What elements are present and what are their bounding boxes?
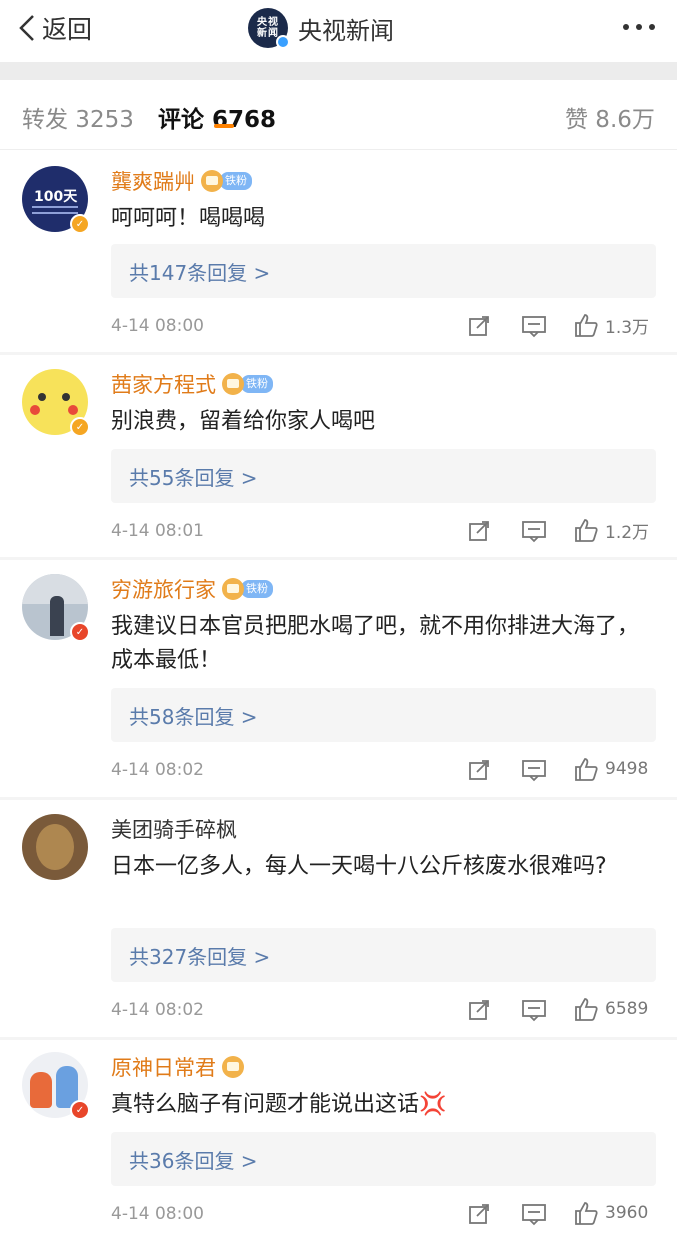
replies-button[interactable]: 共327条回复 > — [111, 928, 656, 982]
crown-icon — [201, 170, 223, 192]
comment-time: 4-14 08:02 — [111, 760, 204, 780]
divider-band — [0, 62, 677, 80]
cctv-news-logo: 央视 新闻 — [248, 8, 290, 49]
comment-text: 我建议日本官员把肥水喝了吧，就不用你排进大海了，成本最低！ — [111, 614, 640, 673]
username[interactable]: 穷游旅行家 — [111, 574, 216, 604]
comment-text: 别浪费，留着给你家人喝吧 — [111, 409, 376, 434]
comment-icon[interactable] — [521, 998, 547, 1022]
comment-item: 100天 ✓ 龔爽踹艸 铁粉 呵呵呵！喝喝喝 共147条回复 > 4-14 08… — [0, 150, 677, 355]
replies-button[interactable]: 共58条回复 > — [111, 688, 656, 742]
comment-text: 真特么脑子有问题才能说出这话💢 — [111, 1092, 447, 1117]
like-count: 1.2万 — [605, 522, 650, 543]
tab-likes[interactable]: 赞 8.6万 — [565, 100, 655, 134]
like-count: 3960 — [605, 1203, 649, 1223]
verified-badge-icon: ✓ — [70, 214, 90, 234]
comment-item: ✓ 茜家方程式 铁粉 别浪费，留着给你家人喝吧 共55条回复 > 4-14 08… — [0, 355, 677, 560]
like-count: 6589 — [605, 999, 649, 1019]
replies-button[interactable]: 共147条回复 > — [111, 244, 656, 298]
comment-item: ✓ 原神日常君 真特么脑子有问题才能说出这话💢 共36条回复 > 4-14 08… — [0, 1040, 677, 1252]
like-button[interactable]: 6589 — [573, 996, 648, 1022]
comment-time: 4-14 08:02 — [111, 1000, 204, 1020]
comment-time: 4-14 08:01 — [111, 521, 204, 541]
like-button[interactable]: 3960 — [573, 1200, 648, 1226]
avatar[interactable] — [22, 814, 88, 880]
crown-icon — [222, 1056, 244, 1078]
fan-badge: 铁粉 — [241, 580, 273, 598]
like-button[interactable]: 1.3万 — [573, 312, 649, 338]
repost-icon[interactable] — [467, 998, 491, 1022]
repost-icon[interactable] — [467, 1202, 491, 1226]
thumbs-up-icon — [575, 758, 598, 781]
active-tab-indicator — [214, 124, 234, 128]
comment-time: 4-14 08:00 — [111, 316, 204, 336]
back-label: 返回 — [42, 15, 93, 44]
comment-icon[interactable] — [521, 758, 547, 782]
comment-icon[interactable] — [521, 519, 547, 543]
comment-text: 日本一亿多人，每人一天喝十八公斤核废水很难吗? — [111, 854, 607, 879]
account-title[interactable]: 央视 新闻 央视新闻 — [248, 8, 394, 49]
like-button[interactable]: 1.2万 — [573, 517, 649, 543]
comment-time: 4-14 08:00 — [111, 1204, 204, 1224]
comment-text: 呵呵呵！喝喝喝 — [111, 206, 266, 231]
like-count: 1.3万 — [605, 317, 650, 338]
back-button[interactable]: 返回 — [18, 10, 92, 46]
comment-icon[interactable] — [521, 1202, 547, 1226]
verified-icon — [276, 35, 290, 49]
repost-icon[interactable] — [467, 758, 491, 782]
thumbs-up-icon — [575, 1202, 598, 1225]
fan-badge: 铁粉 — [220, 172, 252, 190]
more-icon[interactable] — [623, 24, 655, 30]
thumbs-up-icon — [575, 998, 598, 1021]
thumbs-up-icon — [575, 314, 598, 337]
username[interactable]: 原神日常君 — [111, 1052, 216, 1082]
tab-repost[interactable]: 转发 3253 — [22, 100, 134, 134]
tab-bar: 转发 3253 评论 6768 赞 8.6万 — [0, 80, 677, 150]
like-count: 9498 — [605, 759, 649, 779]
verified-badge-icon: ✓ — [70, 1100, 90, 1120]
chevron-left-icon — [19, 15, 34, 41]
tab-comments[interactable]: 评论 6768 — [158, 100, 276, 134]
page-title: 央视新闻 — [298, 16, 394, 45]
username[interactable]: 茜家方程式 — [111, 369, 216, 399]
repost-icon[interactable] — [467, 314, 491, 338]
top-bar: 返回 央视 新闻 央视新闻 — [0, 0, 677, 62]
thumbs-up-icon — [575, 519, 598, 542]
comment-item: 美团骑手碎枫 日本一亿多人，每人一天喝十八公斤核废水很难吗? 共327条回复 >… — [0, 800, 677, 1040]
like-button[interactable]: 9498 — [573, 756, 648, 782]
crown-icon — [222, 373, 244, 395]
username[interactable]: 美团骑手碎枫 — [111, 814, 237, 844]
verified-badge-icon: ✓ — [70, 622, 90, 642]
comment-item: ✓ 穷游旅行家 铁粉 我建议日本官员把肥水喝了吧，就不用你排进大海了，成本最低！… — [0, 560, 677, 800]
username[interactable]: 龔爽踹艸 — [111, 166, 195, 196]
crown-icon — [222, 578, 244, 600]
repost-icon[interactable] — [467, 519, 491, 543]
verified-badge-icon: ✓ — [70, 417, 90, 437]
replies-button[interactable]: 共55条回复 > — [111, 449, 656, 503]
comment-icon[interactable] — [521, 314, 547, 338]
fan-badge: 铁粉 — [241, 375, 273, 393]
replies-button[interactable]: 共36条回复 > — [111, 1132, 656, 1186]
